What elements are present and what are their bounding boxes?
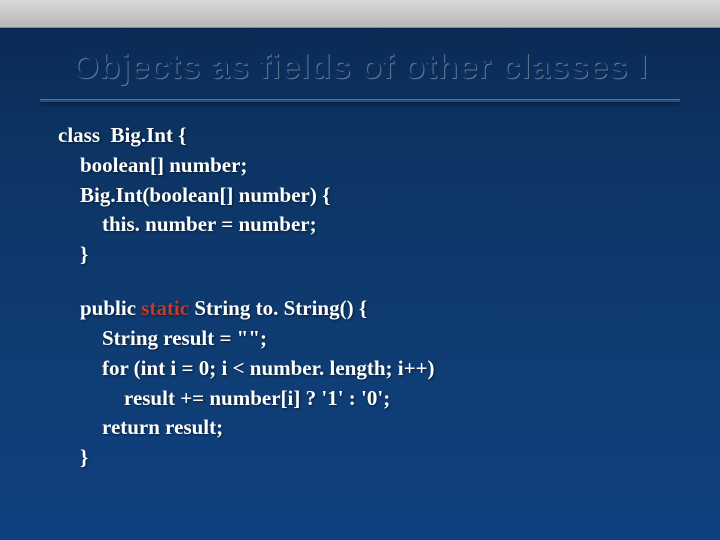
code-block: class Big.Int { boolean[] number; Big.In… bbox=[0, 103, 720, 473]
code-line: String result = ""; bbox=[58, 324, 720, 354]
code-line: class Big.Int { bbox=[58, 121, 720, 151]
code-line: Big.Int(boolean[] number) { bbox=[58, 181, 720, 211]
code-line: } bbox=[58, 443, 720, 473]
blank-line bbox=[58, 270, 720, 294]
code-line: for (int i = 0; i < number. length; i++) bbox=[58, 354, 720, 384]
code-text: public bbox=[80, 296, 141, 320]
code-line: public static String to. String() { bbox=[58, 294, 720, 324]
code-line: this. number = number; bbox=[58, 210, 720, 240]
code-line: result += number[i] ? '1' : '0'; bbox=[58, 384, 720, 414]
code-line: } bbox=[58, 240, 720, 270]
title-container: Objects as fields of other classes I bbox=[0, 28, 720, 95]
code-text: String to. String() { bbox=[189, 296, 367, 320]
code-line: return result; bbox=[58, 413, 720, 443]
keyword-static: static bbox=[141, 296, 189, 320]
slide-title: Objects as fields of other classes I bbox=[0, 48, 720, 87]
slide-top-bar bbox=[0, 0, 720, 28]
code-line: boolean[] number; bbox=[58, 151, 720, 181]
